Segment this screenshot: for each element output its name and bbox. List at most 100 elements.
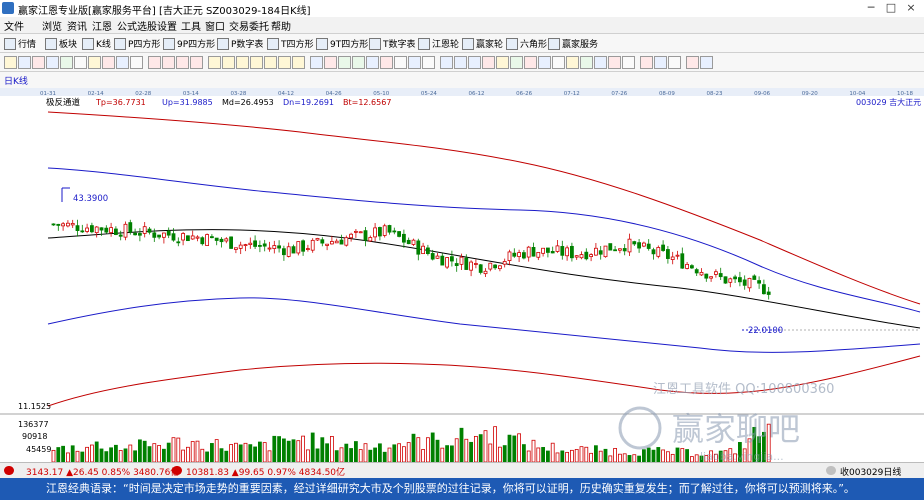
diamond-5-icon[interactable] bbox=[264, 56, 277, 69]
arrow-down-icon[interactable] bbox=[352, 56, 365, 69]
pen-icon[interactable] bbox=[310, 56, 323, 69]
globe-icon[interactable] bbox=[686, 56, 699, 69]
indicator-icon[interactable] bbox=[482, 56, 495, 69]
maximize-button[interactable]: □ bbox=[882, 1, 900, 15]
tool-kline[interactable]: K线 bbox=[82, 37, 111, 50]
volume-bar bbox=[392, 444, 397, 463]
volume-bar bbox=[66, 452, 70, 463]
winner-wheel-icon bbox=[462, 37, 474, 50]
diamond-3-icon[interactable] bbox=[236, 56, 249, 69]
kline-chart[interactable]: 01-31 02-14 02-28 03-14 03-28 04-12 04-26 05-10… bbox=[0, 88, 924, 463]
tool-t-table[interactable]: T数字表 bbox=[369, 37, 416, 50]
tool-hexagon[interactable]: 六角形 bbox=[506, 37, 547, 50]
menu-window[interactable]: 窗口 bbox=[205, 18, 225, 33]
chat-icon[interactable] bbox=[700, 56, 713, 69]
candle-body bbox=[411, 239, 416, 245]
volume-bar bbox=[632, 454, 637, 463]
arrow-up-icon[interactable] bbox=[338, 56, 351, 69]
angle-icon[interactable] bbox=[102, 56, 115, 69]
menu-tools[interactable]: 工具 bbox=[181, 18, 201, 33]
line-icon[interactable] bbox=[46, 56, 59, 69]
volume-bar bbox=[454, 438, 459, 463]
eraser-icon[interactable] bbox=[394, 56, 407, 69]
candle-body bbox=[142, 226, 147, 234]
next-bar-icon[interactable] bbox=[176, 56, 189, 69]
period-week-icon[interactable] bbox=[454, 56, 467, 69]
volume-bar bbox=[257, 441, 262, 463]
menu-gann[interactable]: 江恩 bbox=[92, 18, 112, 33]
last-bar-icon[interactable] bbox=[190, 56, 203, 69]
chart-area[interactable]: 01-31 02-14 02-28 03-14 03-28 04-12 04-26 05-10… bbox=[0, 88, 924, 463]
close-button[interactable]: × bbox=[902, 1, 920, 15]
sz-index-value[interactable]: 10381.83 ▲99.65 0.97% 4834.50亿 bbox=[186, 465, 345, 478]
print-icon[interactable] bbox=[538, 56, 551, 69]
tool-winner-service[interactable]: 赢家服务 bbox=[548, 37, 598, 50]
volume-bar bbox=[406, 442, 411, 463]
tool-winner-wheel[interactable]: 赢家轮 bbox=[462, 37, 503, 50]
minimize-button[interactable]: ─ bbox=[862, 1, 880, 15]
tool-gann-wheel[interactable]: 江恩轮 bbox=[418, 37, 459, 50]
prev-bar-icon[interactable] bbox=[162, 56, 175, 69]
candle-body bbox=[752, 275, 757, 280]
candle-body bbox=[257, 245, 262, 247]
diamond-1-icon[interactable] bbox=[208, 56, 221, 69]
chart-tab[interactable]: 收003029日线 bbox=[840, 465, 901, 478]
tool-t-square[interactable]: T四方形 bbox=[267, 37, 314, 50]
refresh-icon[interactable] bbox=[510, 56, 523, 69]
menu-browse[interactable]: 浏览 bbox=[42, 18, 62, 33]
diamond-2-icon[interactable] bbox=[222, 56, 235, 69]
text-tool-icon[interactable] bbox=[324, 56, 337, 69]
tool-9p-square[interactable]: 9P四方形 bbox=[163, 37, 215, 50]
period-month-icon[interactable] bbox=[468, 56, 481, 69]
window-titlebar: 赢家江恩专业版[赢家服务平台] [吉大正元 SZ003029-184日K线] ─… bbox=[0, 0, 924, 18]
save-icon[interactable] bbox=[552, 56, 565, 69]
date-tick-label: 05-10 bbox=[373, 91, 389, 97]
gann-fan-icon[interactable] bbox=[116, 56, 129, 69]
volume-bar bbox=[358, 449, 363, 463]
cursor-icon[interactable] bbox=[4, 56, 17, 69]
diamond-6-icon[interactable] bbox=[278, 56, 291, 69]
tool-p-table[interactable]: P数字表 bbox=[217, 37, 263, 50]
volume-bar bbox=[80, 451, 85, 463]
volume-bar bbox=[449, 445, 454, 463]
calendar-icon[interactable] bbox=[668, 56, 681, 69]
menu-formula-select[interactable]: 公式选股 bbox=[117, 18, 157, 33]
crosshair-icon[interactable] bbox=[32, 56, 45, 69]
tool-9t-square[interactable]: 9T四方形 bbox=[316, 37, 368, 50]
diamond-7-icon[interactable] bbox=[292, 56, 305, 69]
period-label[interactable]: 日K线 bbox=[4, 74, 28, 87]
channel-icon[interactable] bbox=[74, 56, 87, 69]
fullscreen-icon[interactable] bbox=[622, 56, 635, 69]
menu-help[interactable]: 帮助 bbox=[271, 18, 291, 33]
about-icon[interactable] bbox=[594, 56, 607, 69]
volume-bar bbox=[627, 455, 632, 463]
delete-icon[interactable] bbox=[422, 56, 435, 69]
menu-news[interactable]: 资讯 bbox=[67, 18, 87, 33]
cycle-icon[interactable] bbox=[366, 56, 379, 69]
volume-bar bbox=[685, 449, 689, 463]
box-icon[interactable] bbox=[130, 56, 143, 69]
tool-sector[interactable]: 板块 bbox=[45, 37, 77, 50]
link-icon[interactable] bbox=[654, 56, 667, 69]
measure-icon[interactable] bbox=[380, 56, 393, 69]
sh-index-value[interactable]: 3143.17 ▲26.45 0.85% 3480.76亿 bbox=[26, 465, 179, 478]
menu-file[interactable]: 文件 bbox=[4, 18, 24, 33]
lock-icon[interactable] bbox=[640, 56, 653, 69]
tool-p-square[interactable]: P四方形 bbox=[114, 37, 160, 50]
zoom-icon[interactable] bbox=[18, 56, 31, 69]
volume-bar bbox=[329, 436, 334, 463]
diamond-4-icon[interactable] bbox=[250, 56, 263, 69]
period-day-icon[interactable] bbox=[440, 56, 453, 69]
export-icon[interactable] bbox=[566, 56, 579, 69]
layout-icon[interactable] bbox=[608, 56, 621, 69]
settings-icon[interactable] bbox=[496, 56, 509, 69]
fibonacci-icon[interactable] bbox=[88, 56, 101, 69]
tool-quotes[interactable]: 行情 bbox=[4, 37, 36, 50]
alarm-icon[interactable] bbox=[524, 56, 537, 69]
menu-trade[interactable]: 交易委托 bbox=[229, 18, 269, 33]
first-bar-icon[interactable] bbox=[148, 56, 161, 69]
grid-icon[interactable] bbox=[408, 56, 421, 69]
help-icon[interactable] bbox=[580, 56, 593, 69]
ray-icon[interactable] bbox=[60, 56, 73, 69]
menu-settings[interactable]: 设置 bbox=[157, 18, 177, 33]
